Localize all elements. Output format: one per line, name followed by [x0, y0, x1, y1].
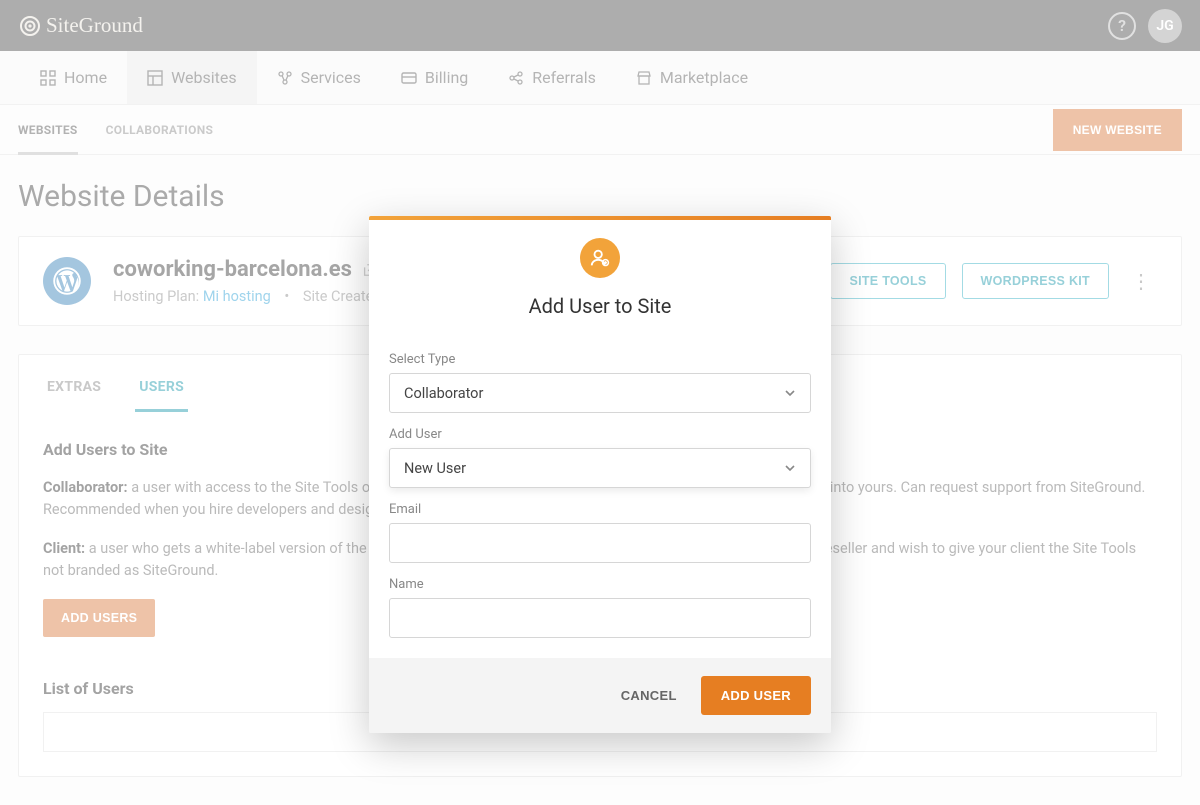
- email-label: Email: [389, 502, 811, 517]
- select-type-value: Collaborator: [404, 385, 483, 402]
- select-type-label: Select Type: [389, 352, 811, 367]
- chevron-down-icon: [784, 387, 796, 399]
- user-add-icon: [580, 238, 620, 278]
- cancel-button[interactable]: CANCEL: [621, 688, 677, 703]
- name-field[interactable]: [389, 598, 811, 638]
- name-label: Name: [389, 577, 811, 592]
- add-user-modal: Add User to Site Select Type Collaborato…: [369, 216, 831, 733]
- modal-body: Select Type Collaborator Add User New Us…: [369, 328, 831, 658]
- chevron-down-icon: [784, 462, 796, 474]
- modal-header: Add User to Site: [369, 220, 831, 328]
- add-user-value: New User: [404, 460, 466, 477]
- add-user-button[interactable]: ADD USER: [701, 676, 811, 715]
- modal-footer: CANCEL ADD USER: [369, 658, 831, 733]
- add-user-label: Add User: [389, 427, 811, 442]
- email-field[interactable]: [389, 523, 811, 563]
- select-type-dropdown[interactable]: Collaborator: [389, 373, 811, 413]
- add-user-dropdown[interactable]: New User: [389, 448, 811, 488]
- modal-title: Add User to Site: [529, 294, 672, 318]
